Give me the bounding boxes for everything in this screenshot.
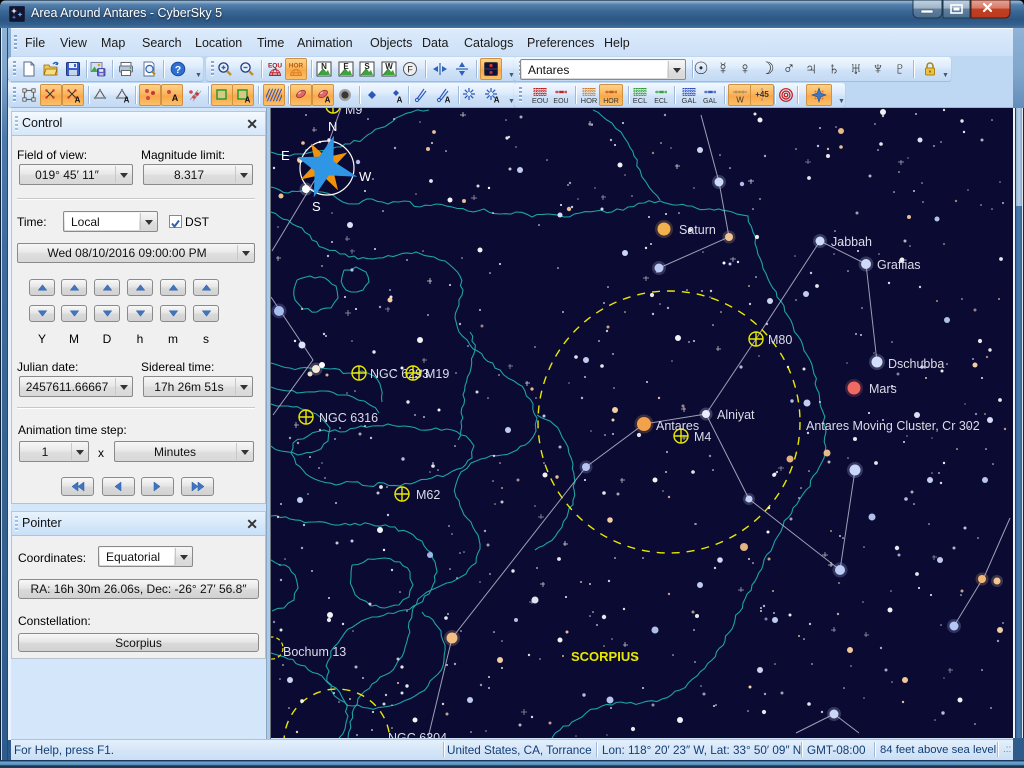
svg-text:M9: M9: [345, 108, 362, 117]
svg-text:S: S: [364, 62, 370, 71]
svg-text:Antares: Antares: [656, 419, 699, 433]
svg-text:ECL: ECL: [654, 98, 668, 103]
svg-text:EQU: EQU: [268, 63, 282, 70]
svg-text:?: ?: [175, 64, 181, 76]
svg-text:Bochum 13: Bochum 13: [283, 645, 346, 659]
svg-text:A: A: [397, 96, 403, 104]
svg-text:SCORPIUS: SCORPIUS: [571, 649, 639, 664]
svg-text:A: A: [245, 96, 251, 104]
svg-text:Alniyat: Alniyat: [717, 408, 755, 422]
svg-text:+45: +45: [755, 90, 769, 99]
svg-text:E: E: [343, 62, 349, 71]
svg-text:M80: M80: [768, 333, 792, 347]
svg-text:NGC 6304: NGC 6304: [388, 731, 447, 738]
svg-text:GAL: GAL: [703, 98, 717, 103]
svg-text:EQU: EQU: [532, 96, 548, 103]
svg-text:HOR: HOR: [289, 63, 304, 70]
svg-text:A: A: [75, 96, 81, 104]
svg-text:W: W: [736, 96, 744, 104]
svg-text:W: W: [385, 62, 393, 71]
svg-text:HOR: HOR: [581, 96, 597, 103]
svg-text:A: A: [325, 96, 331, 104]
svg-text:HOR: HOR: [603, 98, 619, 103]
svg-text:F: F: [407, 65, 413, 75]
svg-text:A: A: [172, 93, 179, 103]
svg-text:E: E: [281, 148, 290, 163]
svg-text:Saturn: Saturn: [679, 223, 716, 237]
svg-text:NGC 6316: NGC 6316: [319, 411, 378, 425]
svg-text:M19: M19: [425, 367, 449, 381]
svg-text:GAL: GAL: [681, 96, 696, 103]
svg-text:Dschubba: Dschubba: [888, 357, 944, 371]
svg-text:ECL: ECL: [633, 96, 648, 103]
svg-text:A: A: [124, 96, 130, 104]
svg-text:N: N: [328, 119, 337, 134]
svg-text:Antares Moving Cluster, Cr 302: Antares Moving Cluster, Cr 302: [806, 419, 980, 433]
svg-text:W: W: [359, 169, 372, 184]
svg-text:Mars: Mars: [869, 382, 897, 396]
svg-text:Graffias: Graffias: [877, 258, 921, 272]
svg-text:M62: M62: [416, 488, 440, 502]
svg-text:A: A: [494, 96, 500, 104]
svg-text:S: S: [312, 199, 321, 214]
svg-text:EQU: EQU: [553, 98, 568, 103]
svg-text:Jabbah: Jabbah: [831, 235, 872, 249]
svg-text:N: N: [321, 62, 327, 71]
svg-text:A: A: [445, 96, 451, 104]
